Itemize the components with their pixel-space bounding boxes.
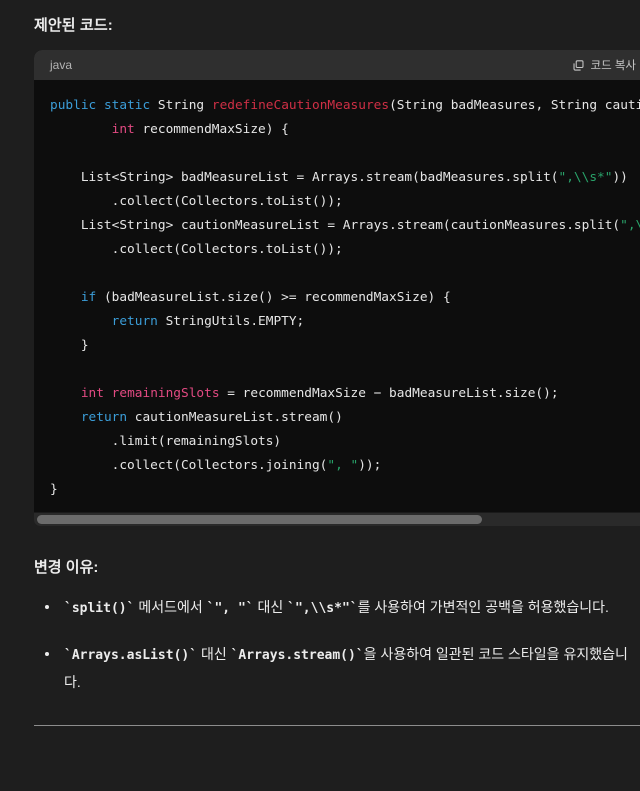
code-token: return bbox=[111, 314, 158, 329]
code-token: int bbox=[111, 122, 135, 137]
reason-text: 대신 bbox=[253, 599, 288, 615]
code-token: ",\\s*" bbox=[620, 218, 640, 233]
inline-code-text: `Arrays.asList()` bbox=[64, 648, 198, 663]
inline-code-text: `",\\s*"` bbox=[287, 601, 358, 616]
code-horizontal-scrollbar[interactable] bbox=[34, 512, 640, 526]
code-token: } bbox=[50, 338, 89, 353]
inline-code-text: `split()` bbox=[64, 601, 135, 616]
code-token: )) bbox=[612, 170, 628, 185]
code-token: remainingSlots bbox=[111, 386, 220, 401]
code-token: cautionMeasureList.stream() bbox=[127, 410, 343, 425]
code-token: ",\\s*" bbox=[558, 170, 613, 185]
reason-item: `split()` 메서드에서 `", "` 대신 `",\\s*"`를 사용하… bbox=[34, 594, 628, 622]
code-token: redefineCautionMeasures bbox=[211, 98, 390, 113]
copy-icon bbox=[572, 59, 585, 72]
copy-code-button[interactable]: 코드 복사 bbox=[570, 55, 638, 75]
code-token: List<String> cautionMeasureList = Arrays… bbox=[50, 218, 621, 233]
copy-code-label: 코드 복사 bbox=[590, 60, 636, 72]
code-token: .collect(Collectors.toList()); bbox=[50, 194, 343, 209]
code-token: return bbox=[80, 410, 128, 425]
reason-item: `Arrays.asList()` 대신 `Arrays.stream()`을 … bbox=[34, 641, 628, 695]
code-token: .collect(Collectors.toList()); bbox=[50, 242, 343, 257]
code-token: .collect(Collectors.joining( bbox=[50, 458, 328, 473]
code-token: (badMeasureList.size() >= recommendMaxSi… bbox=[96, 290, 451, 305]
code-token: } bbox=[50, 482, 58, 497]
reason-text: 메서드에서 bbox=[134, 599, 207, 615]
code-block: java 코드 복사 public static String redefine… bbox=[34, 50, 640, 526]
reasons-list: `split()` 메서드에서 `", "` 대신 `",\\s*"`를 사용하… bbox=[34, 594, 628, 695]
code-token: int bbox=[80, 386, 104, 401]
code-body: public static String redefineCautionMeas… bbox=[34, 80, 640, 512]
code-content: public static String redefineCautionMeas… bbox=[34, 94, 640, 502]
code-token: public bbox=[50, 98, 97, 113]
code-token: )); bbox=[358, 458, 382, 473]
code-token: ", " bbox=[327, 458, 359, 473]
code-block-header: java 코드 복사 bbox=[34, 50, 640, 80]
code-token: = recommendMaxSize − badMeasureList.size… bbox=[219, 386, 559, 401]
code-scrollbar-thumb[interactable] bbox=[37, 515, 483, 524]
code-token: String bbox=[157, 98, 205, 113]
reason-text: 를 사용하여 가변적인 공백을 허용했습니다. bbox=[357, 599, 609, 615]
code-token: recommendMaxSize) { bbox=[134, 122, 289, 137]
code-token: .limit(remainingSlots) bbox=[50, 434, 282, 449]
reason-text: 대신 bbox=[197, 646, 231, 662]
code-token: (String badMeasures, String cautionMeasu… bbox=[389, 98, 640, 113]
code-token: List<String> badMeasureList = Arrays.str… bbox=[50, 170, 559, 185]
code-token: static bbox=[103, 98, 151, 113]
reasons-heading: 변경 이유: bbox=[34, 559, 99, 576]
code-token: if bbox=[80, 290, 97, 305]
code-language-label: java bbox=[50, 58, 73, 72]
inline-code-text: `Arrays.stream()` bbox=[230, 648, 364, 663]
section-divider bbox=[34, 725, 640, 726]
suggested-code-heading: 제안된 코드: bbox=[34, 17, 113, 34]
inline-code-text: `", "` bbox=[206, 601, 254, 616]
code-token: StringUtils.EMPTY; bbox=[157, 314, 305, 329]
suggested-code-panel: 제안된 코드: java 코드 복사 public static String … bbox=[0, 0, 640, 791]
